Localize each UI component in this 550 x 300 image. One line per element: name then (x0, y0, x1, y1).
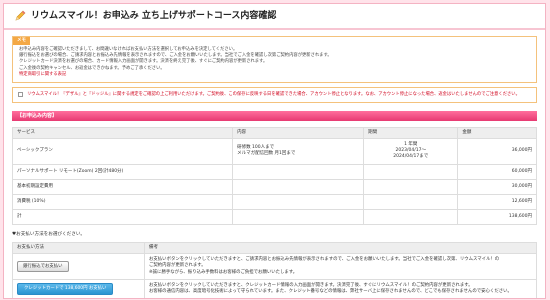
payment-instruction: ♥お支払い方法をお選びください。 (12, 231, 86, 237)
terms-notice: リウムスマイル！『デザル』と『ドッジル』に関する規定をご確認の上ご利用いただけま… (12, 87, 537, 103)
total-amount: 138,600円 (457, 208, 537, 225)
period-cell: 1 年間 2023/04/17〜 2024/04/17まで (363, 137, 459, 165)
payment-note: ※誠に勝手ながら、振り込み手数料はお客様のご負担でお願いいたします。 (149, 269, 298, 275)
table-row: パーソナルサポート リモート(Zoom) 2回(計480分) 60,000円 (11, 163, 537, 180)
legal-notice-link[interactable]: 特定商取引に関する表記 (19, 72, 530, 78)
page-title: リウムスマイル！お申込み 立ち上げサポートコース内容確認 (31, 10, 277, 21)
terms-notice-text: リウムスマイル！『デザル』と『ドッジル』に関する規定をご確認の上ご利用いただけま… (27, 92, 520, 98)
amount-cell: 36,000円 (457, 137, 537, 165)
amount-cell: 30,000円 (457, 178, 537, 195)
content-cell (232, 163, 365, 180)
content-cell (232, 193, 365, 210)
column-header: 備考 (144, 242, 537, 255)
memo-tag: メモ (13, 37, 30, 46)
amount-cell: 12,600円 (457, 193, 537, 210)
table-row: 消費税 (10%) 12,600円 (11, 193, 537, 210)
credit-card-button[interactable]: クレジットカードで 138,600円 お支払い (17, 283, 114, 295)
payment-note: お支払いボタンをクリックしていただきますと、ご請求内容とお振込み先情報が表示され… (149, 257, 500, 263)
order-section-heading: 【お申込み内容】 (12, 110, 537, 121)
payment-row-card: クレジットカードで 138,600円 お支払い お支払いボタンをクリックしていた… (12, 278, 537, 298)
payment-method-cell: クレジットカードで 138,600円 お支払い (12, 278, 145, 298)
memo-body: お申込み内容をご確認いただきまして、お間違いなければお支払い方法を選択してお申込… (13, 45, 536, 82)
memo-box: メモ お申込み内容をご確認いただきまして、お間違いなければお支払い方法を選択して… (12, 36, 537, 84)
pencil-icon (15, 10, 26, 21)
service-cell: パーソナルサポート リモート(Zoom) 2回(計480分) (11, 163, 234, 180)
terms-checkbox[interactable] (18, 92, 23, 98)
total-label: 計 (11, 208, 234, 225)
payment-table: お支払い方法 備考 銀行振込でお支払い お支払いボタンをクリックしていただきます… (12, 242, 537, 298)
content-cell (232, 208, 365, 225)
bank-transfer-button[interactable]: 銀行振込でお支払い (17, 260, 69, 273)
period-line: 2024/04/17まで (393, 154, 429, 160)
period-cell (363, 193, 459, 210)
service-cell: 基本初期設定費用 (11, 178, 234, 195)
amount-cell: 60,000円 (457, 163, 537, 180)
content-line: メルマガ配信回数 月1回まで (237, 151, 296, 157)
payment-row-bank: 銀行振込でお支払い お支払いボタンをクリックしていただきますと、ご請求内容とお振… (12, 253, 537, 280)
column-header: サービス (11, 126, 234, 139)
column-header: 期間 (363, 126, 459, 139)
content-cell (232, 178, 365, 195)
order-table-header: サービス 内容 期間 金額 (11, 126, 537, 139)
column-header: 金額 (457, 126, 537, 139)
period-cell (363, 178, 459, 195)
payment-method-cell: 銀行振込でお支払い (12, 253, 145, 280)
column-header: 内容 (232, 126, 365, 139)
period-cell (363, 208, 459, 225)
table-row: 基本初期設定費用 30,000円 (11, 178, 537, 195)
service-cell: 消費税 (10%) (11, 193, 234, 210)
payment-note: お客様の通信内容は、高度暗号化技術によって守られています。また、クレジット番号な… (149, 289, 512, 294)
service-cell: ベーシックプラン (11, 137, 234, 165)
payment-note-cell: お支払いボタンをクリックしていただきますと、クレジットカード情報の入力画面が開き… (144, 278, 537, 298)
page-header: リウムスマイル！お申込み 立ち上げサポートコース内容確認 (4, 4, 545, 30)
payment-note-cell: お支払いボタンをクリックしていただきますと、ご請求内容とお振込み先情報が表示され… (144, 253, 537, 280)
page-container: リウムスマイル！お申込み 立ち上げサポートコース内容確認 メモ お申込み内容をご… (3, 3, 546, 299)
order-table: サービス 内容 期間 金額 ベーシックプラン 研修数 100人まで メルマガ配信… (11, 126, 537, 225)
total-row: 計 138,600円 (11, 208, 537, 225)
column-header: お支払い方法 (12, 242, 145, 255)
content-cell: 研修数 100人まで メルマガ配信回数 月1回まで (232, 137, 365, 165)
period-cell (363, 163, 459, 180)
table-row: ベーシックプラン 研修数 100人まで メルマガ配信回数 月1回まで 1 年間 … (11, 137, 537, 165)
payment-table-header: お支払い方法 備考 (12, 242, 537, 255)
